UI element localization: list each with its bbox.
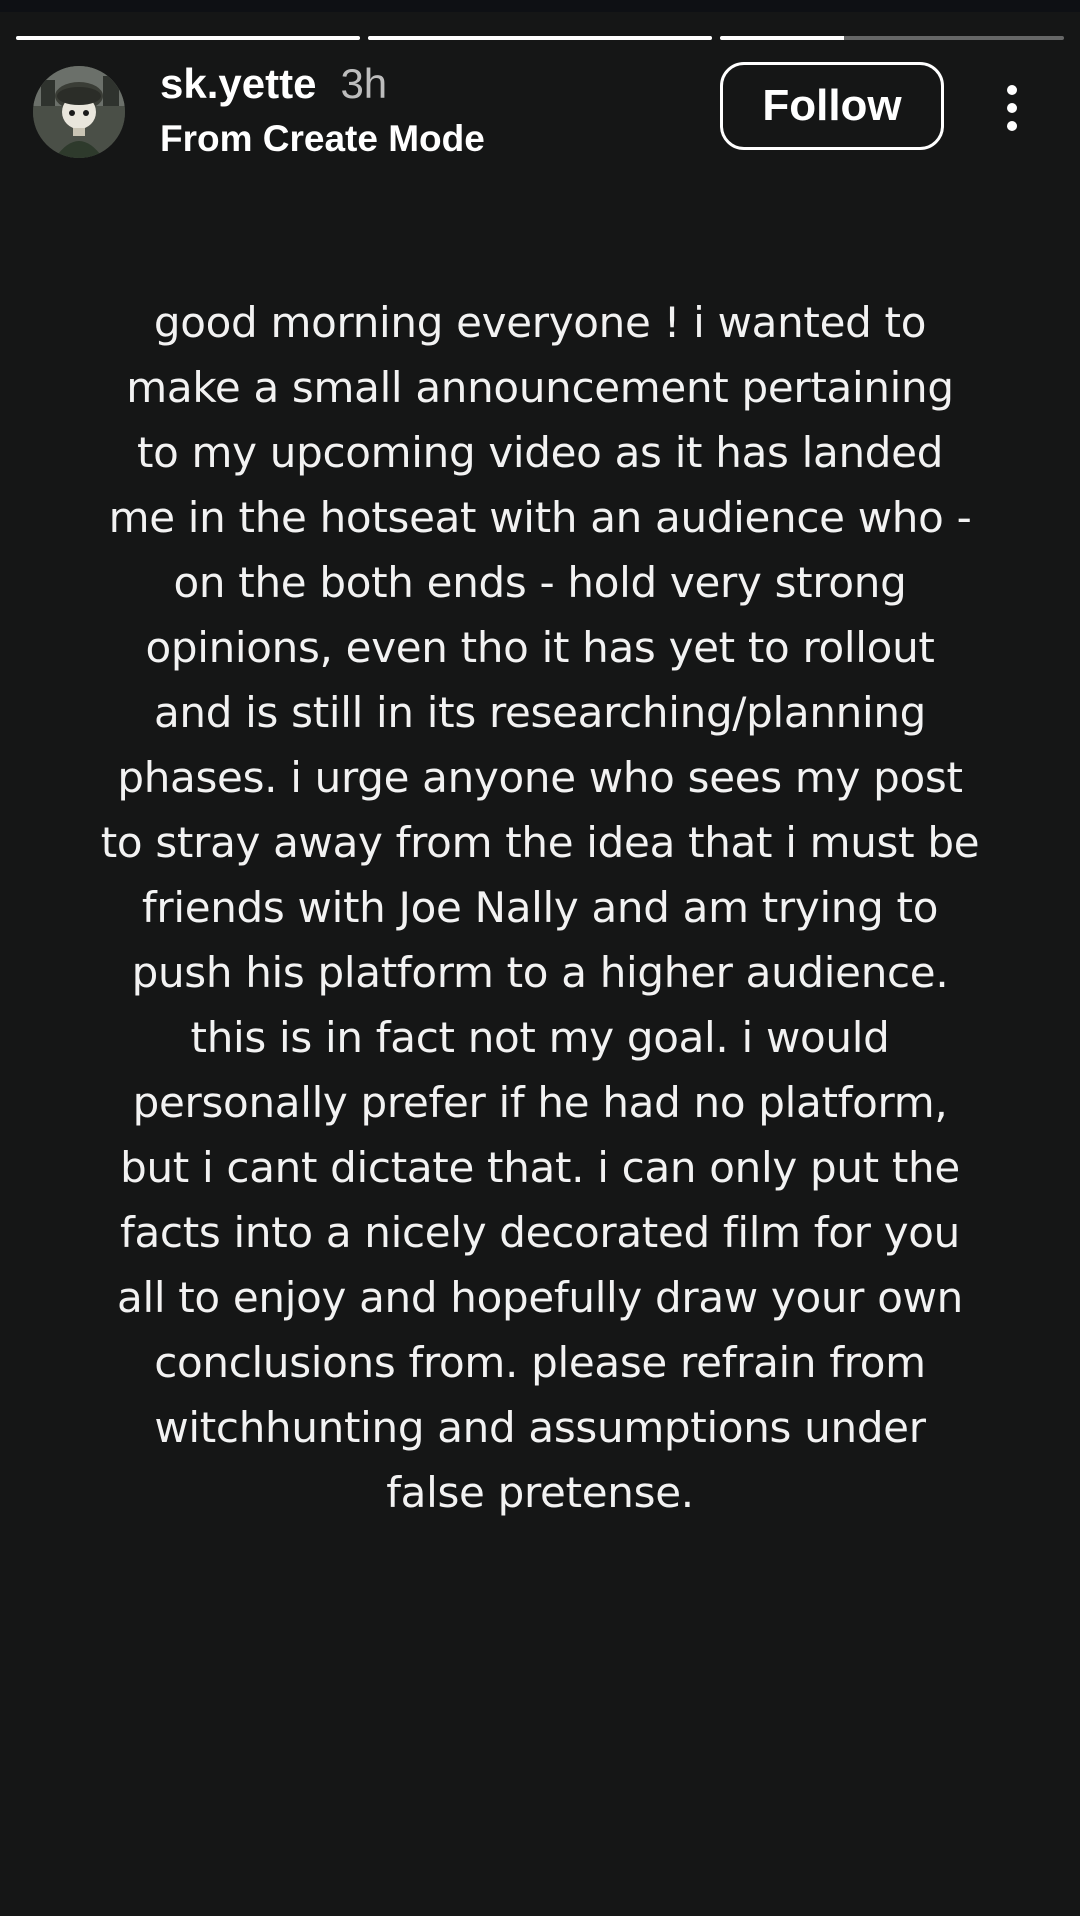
story-progress-segment [720, 36, 1064, 40]
story-progress-bar [16, 36, 1064, 41]
post-time: 3h [340, 60, 388, 107]
story-header: sk.yette 3h From Create Mode Follow [0, 60, 1080, 170]
story-progress-fill [368, 36, 712, 40]
more-vertical-icon[interactable] [994, 82, 1030, 134]
story-text: good morning everyone ! i wanted to make… [100, 298, 980, 1517]
follow-button[interactable]: Follow [720, 62, 944, 150]
story-progress-segment [368, 36, 712, 40]
story-progress-segment [16, 36, 360, 40]
status-bar-strip [0, 0, 1080, 12]
user-info: sk.yette 3h [160, 60, 387, 108]
story-source-label[interactable]: From Create Mode [160, 118, 485, 160]
story-progress-fill [16, 36, 360, 40]
avatar-icon[interactable] [33, 66, 125, 158]
username[interactable]: sk.yette [160, 60, 316, 108]
story-progress-fill [720, 36, 844, 40]
